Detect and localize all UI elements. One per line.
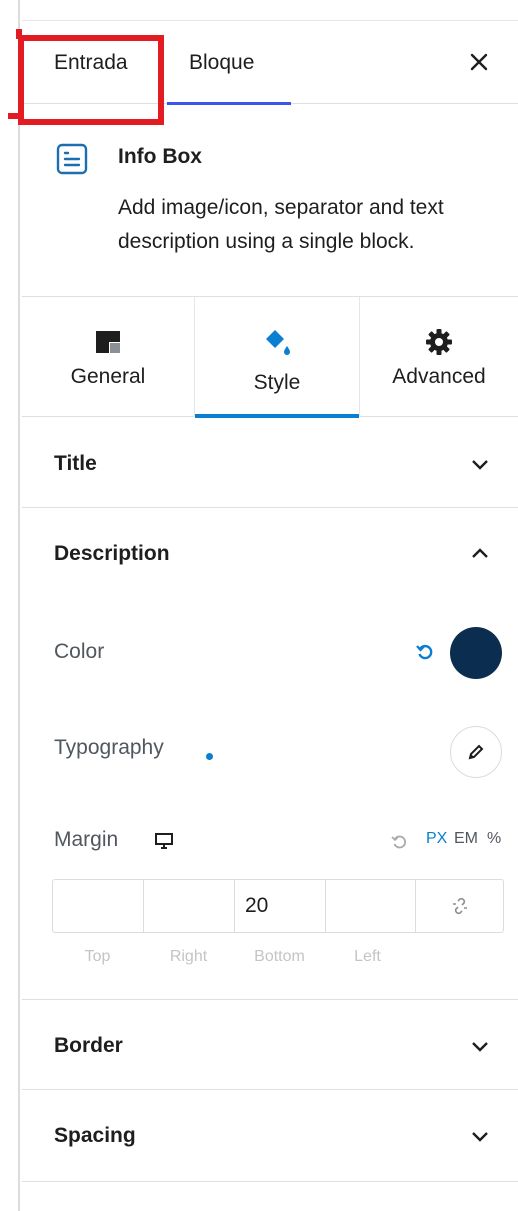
chevron-down-icon <box>472 460 488 470</box>
panel-description: Description Color Typography Margin PX E… <box>22 508 518 1000</box>
modified-indicator <box>206 753 213 760</box>
panel-spacing-heading: Spacing <box>54 1124 136 1147</box>
block-title: Info Box <box>118 145 202 168</box>
color-swatch[interactable] <box>450 627 502 679</box>
reset-icon[interactable] <box>391 834 407 850</box>
typography-edit-button[interactable] <box>450 726 502 778</box>
margin-left-caption: Left <box>354 948 381 965</box>
general-icon <box>96 331 120 353</box>
tab-general[interactable]: General <box>22 297 194 417</box>
margin-bottom-input[interactable]: 20 <box>235 880 326 932</box>
close-button[interactable] <box>462 45 496 79</box>
tab-entrada[interactable]: Entrada <box>22 21 167 104</box>
tab-general-label: General <box>70 365 146 388</box>
unlink-icon <box>452 897 467 915</box>
unit-px-button[interactable]: PX <box>426 830 447 848</box>
margin-inputs: 20 <box>52 879 504 933</box>
annotation-highlight-mark <box>16 29 22 39</box>
panel-spacing[interactable]: Spacing <box>22 1090 518 1182</box>
panel-border-heading: Border <box>54 1034 123 1057</box>
tab-entrada-label: Entrada <box>54 50 128 74</box>
margin-top-input[interactable] <box>53 880 144 932</box>
panel-title-heading: Title <box>54 452 97 475</box>
margin-bottom-caption: Bottom <box>254 948 305 965</box>
chevron-down-icon <box>472 1132 488 1142</box>
panel-description-heading[interactable]: Description <box>54 542 170 566</box>
tab-advanced[interactable]: Advanced <box>360 297 518 417</box>
link-values-button[interactable] <box>416 880 503 932</box>
margin-top-caption: Top <box>84 948 111 965</box>
reset-icon[interactable] <box>416 643 434 661</box>
desktop-icon[interactable] <box>154 832 174 850</box>
block-card: Info Box Add image/icon, separator and t… <box>22 105 518 297</box>
gear-icon <box>426 329 452 355</box>
tab-bloque-label: Bloque <box>189 50 255 74</box>
color-label: Color <box>54 640 105 663</box>
close-icon <box>470 53 488 71</box>
unit-percent-button[interactable]: % <box>487 830 501 848</box>
info-box-icon <box>56 143 88 175</box>
margin-right-input[interactable] <box>144 880 235 932</box>
unit-em-button[interactable]: EM <box>454 830 478 848</box>
sidebar-tabs: Entrada Bloque <box>8 20 518 125</box>
block-description: Add image/icon, separator and text descr… <box>118 196 444 253</box>
panel-title[interactable]: Title <box>22 418 518 508</box>
tab-style[interactable]: Style <box>194 297 360 418</box>
editor-divider <box>18 0 20 1211</box>
chevron-down-icon <box>472 1042 488 1052</box>
typography-label: Typography <box>54 736 164 759</box>
tab-style-label: Style <box>253 371 301 394</box>
pencil-icon <box>468 744 484 760</box>
paint-bucket-icon <box>266 330 290 355</box>
panel-border[interactable]: Border <box>22 1000 518 1090</box>
tab-advanced-label: Advanced <box>392 365 486 388</box>
margin-label: Margin <box>54 828 119 851</box>
block-settings-sidebar: Entrada Bloque Info Box Add image/icon, … <box>8 0 518 1211</box>
chevron-up-icon[interactable] <box>470 546 490 560</box>
margin-right-caption: Right <box>169 948 208 965</box>
margin-left-input[interactable] <box>326 880 416 932</box>
inspector-tabs: General Style Advanced <box>22 297 518 418</box>
tab-bloque[interactable]: Bloque <box>167 21 291 105</box>
